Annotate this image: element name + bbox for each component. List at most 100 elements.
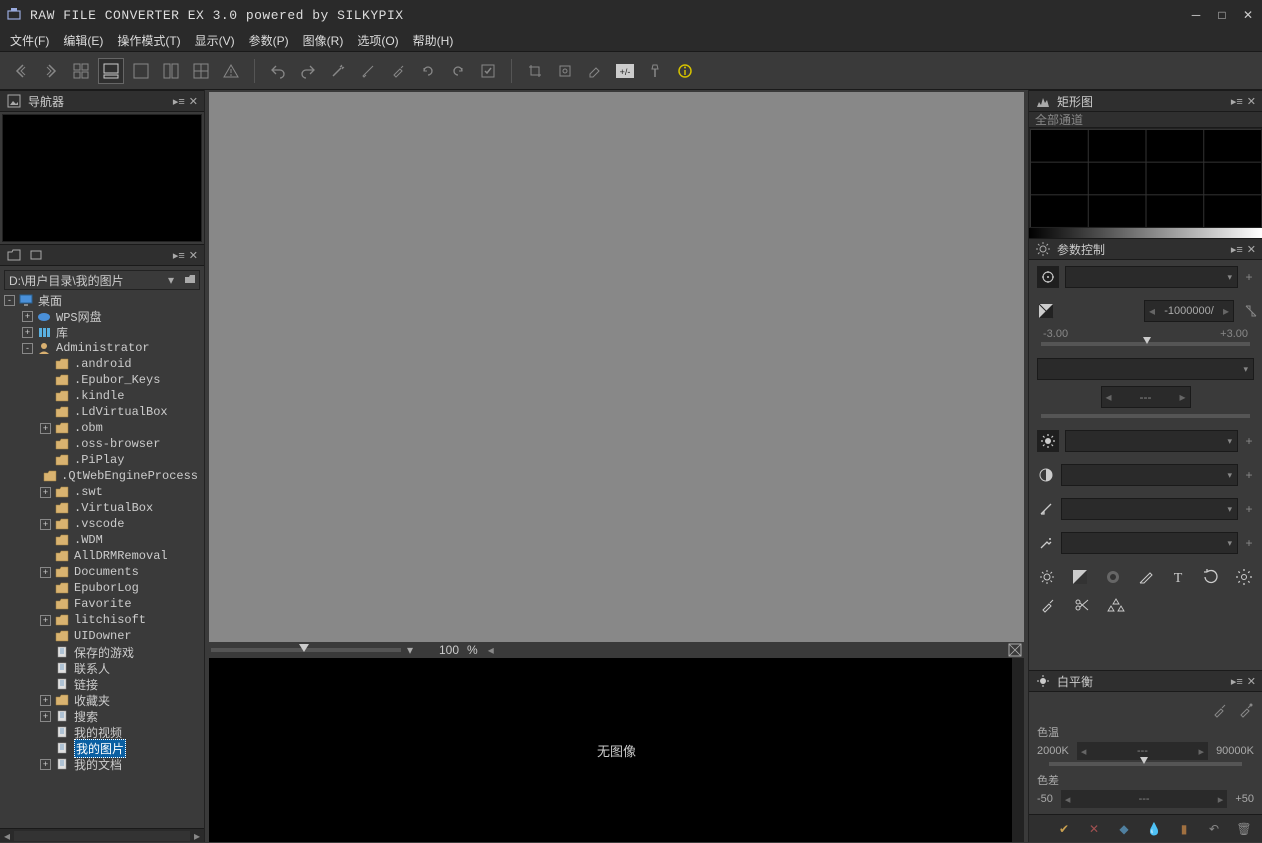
- wb-eyedropper2-icon[interactable]: [1238, 702, 1254, 718]
- noise-dropdown[interactable]: ▾: [1061, 532, 1238, 554]
- tree-node[interactable]: +.vscode: [0, 516, 204, 532]
- tree-node[interactable]: Favorite: [0, 596, 204, 612]
- thumb-vscrollbar[interactable]: [1012, 658, 1024, 842]
- menu-edit[interactable]: 编辑(E): [63, 32, 103, 49]
- tree-node[interactable]: .WDM: [0, 532, 204, 548]
- tree-toggle-icon[interactable]: +: [40, 711, 51, 722]
- settings-gear-icon[interactable]: [1233, 566, 1254, 588]
- canvas-vscrollbar[interactable]: [1012, 92, 1024, 642]
- folder-tree[interactable]: -桌面+WPS网盘+库-Administrator.android.Epubor…: [0, 290, 204, 828]
- brightness-icon[interactable]: [1037, 430, 1059, 452]
- histogram-channel-select[interactable]: 全部通道: [1029, 112, 1262, 128]
- tb-single-bottom-icon[interactable]: [98, 58, 124, 84]
- menu-view[interactable]: 显示(V): [195, 32, 235, 49]
- tree-node[interactable]: 我的图片: [0, 740, 204, 756]
- tree-node[interactable]: .LdVirtualBox: [0, 404, 204, 420]
- preview-canvas[interactable]: [209, 92, 1024, 642]
- folder-hscrollbar[interactable]: ◂ ▸: [0, 828, 204, 842]
- bi-undo-icon[interactable]: ↶: [1206, 821, 1222, 837]
- sun-adj-icon[interactable]: [1037, 566, 1058, 588]
- text-icon[interactable]: T: [1168, 566, 1189, 588]
- brightness-dropdown[interactable]: ▾: [1065, 430, 1238, 452]
- noise-add-icon[interactable]: +: [1244, 536, 1254, 550]
- panel-menu-icon[interactable]: ▸≡: [173, 95, 185, 108]
- panel-close-icon[interactable]: ✕: [1247, 675, 1256, 688]
- contrast-add-icon[interactable]: +: [1244, 468, 1254, 482]
- zoom-prev-icon[interactable]: ◂: [488, 643, 494, 657]
- tree-toggle-icon[interactable]: +: [40, 423, 51, 434]
- tree-node[interactable]: +库: [0, 324, 204, 340]
- tree-node[interactable]: +litchisoft: [0, 612, 204, 628]
- contrast-dropdown[interactable]: ▾: [1061, 464, 1238, 486]
- panel-close-icon[interactable]: ✕: [189, 95, 198, 108]
- minimize-button[interactable]: ─: [1188, 7, 1204, 23]
- tb-next-icon[interactable]: [38, 58, 64, 84]
- tb-undo-icon[interactable]: [265, 58, 291, 84]
- tb-check-icon[interactable]: [475, 58, 501, 84]
- tree-toggle-icon[interactable]: +: [22, 311, 33, 322]
- panel-menu-icon[interactable]: ▸≡: [1231, 95, 1243, 108]
- tree-node[interactable]: .android: [0, 356, 204, 372]
- tree-node[interactable]: -桌面: [0, 292, 204, 308]
- exposure-slider[interactable]: [1041, 342, 1250, 346]
- tb-info-icon[interactable]: [672, 58, 698, 84]
- preset-add-icon[interactable]: +: [1244, 270, 1254, 284]
- tb-rotate-left-icon[interactable]: [415, 58, 441, 84]
- param2-slider[interactable]: [1041, 414, 1250, 418]
- bi-clip-icon[interactable]: ◆: [1116, 821, 1132, 837]
- zoom-slider[interactable]: [211, 648, 401, 652]
- preset-dropdown[interactable]: ▾: [1065, 266, 1238, 288]
- param2-value-box[interactable]: ◂ --- ▸: [1101, 386, 1191, 408]
- bi-drop-icon[interactable]: 💧: [1146, 821, 1162, 837]
- tree-node[interactable]: 链接: [0, 676, 204, 692]
- tree-node[interactable]: 联系人: [0, 660, 204, 676]
- menu-param[interactable]: 参数(P): [249, 32, 289, 49]
- tree-node[interactable]: .Epubor_Keys: [0, 372, 204, 388]
- sharpness-dropdown[interactable]: ▾: [1061, 498, 1238, 520]
- folder-open-icon[interactable]: [6, 247, 22, 263]
- menu-option[interactable]: 选项(O): [357, 32, 398, 49]
- tree-node[interactable]: +收藏夹: [0, 692, 204, 708]
- tb-crop2-icon[interactable]: [552, 58, 578, 84]
- tb-single-icon[interactable]: [128, 58, 154, 84]
- tree-toggle-icon[interactable]: +: [40, 567, 51, 578]
- path-dropdown-icon[interactable]: ▾: [168, 273, 174, 287]
- panel-close-icon[interactable]: ✕: [189, 249, 198, 262]
- preset-icon[interactable]: [1037, 266, 1059, 288]
- zoom-dropdown-icon[interactable]: ▾: [407, 643, 413, 657]
- tb-prev-icon[interactable]: [8, 58, 34, 84]
- close-button[interactable]: ✕: [1240, 7, 1256, 23]
- tree-node[interactable]: .VirtualBox: [0, 500, 204, 516]
- tree-toggle-icon[interactable]: +: [40, 615, 51, 626]
- exposure-reset-icon[interactable]: [1244, 304, 1254, 318]
- tree-node[interactable]: 保存的游戏: [0, 644, 204, 660]
- sharpness-add-icon[interactable]: +: [1244, 502, 1254, 516]
- panel-close-icon[interactable]: ✕: [1247, 95, 1256, 108]
- panel-menu-icon[interactable]: ▸≡: [1231, 243, 1243, 256]
- tree-toggle-icon[interactable]: -: [22, 343, 33, 354]
- tree-node[interactable]: +搜索: [0, 708, 204, 724]
- tree-node[interactable]: AllDRMRemoval: [0, 548, 204, 564]
- wb-temp-slider[interactable]: [1049, 762, 1242, 766]
- tone-icon[interactable]: [1070, 566, 1091, 588]
- tree-node[interactable]: .QtWebEngineProcess: [0, 468, 204, 484]
- tb-redo-icon[interactable]: [295, 58, 321, 84]
- bi-trash-icon[interactable]: 🗑: [1236, 821, 1252, 837]
- folder-new-icon[interactable]: [28, 247, 44, 263]
- tb-wand-icon[interactable]: [325, 58, 351, 84]
- tb-brush2-icon[interactable]: [385, 58, 411, 84]
- bi-folder-icon[interactable]: ▮: [1176, 821, 1192, 837]
- param-dropdown-2[interactable]: ▾: [1037, 358, 1254, 380]
- bi-check-icon[interactable]: ✔: [1056, 821, 1072, 837]
- scissors-icon[interactable]: [1071, 594, 1093, 616]
- tb-crop-icon[interactable]: [522, 58, 548, 84]
- menu-mode[interactable]: 操作模式(T): [117, 32, 180, 49]
- tb-exposure-icon[interactable]: +/-: [612, 58, 638, 84]
- tree-node[interactable]: +.swt: [0, 484, 204, 500]
- tree-toggle-icon[interactable]: +: [22, 327, 33, 338]
- wb-tint-value-box[interactable]: ◂---▸: [1061, 790, 1227, 808]
- panel-close-icon[interactable]: ✕: [1247, 243, 1256, 256]
- edit-pen-icon[interactable]: [1135, 566, 1156, 588]
- tree-node[interactable]: +.obm: [0, 420, 204, 436]
- tree-toggle-icon[interactable]: -: [4, 295, 15, 306]
